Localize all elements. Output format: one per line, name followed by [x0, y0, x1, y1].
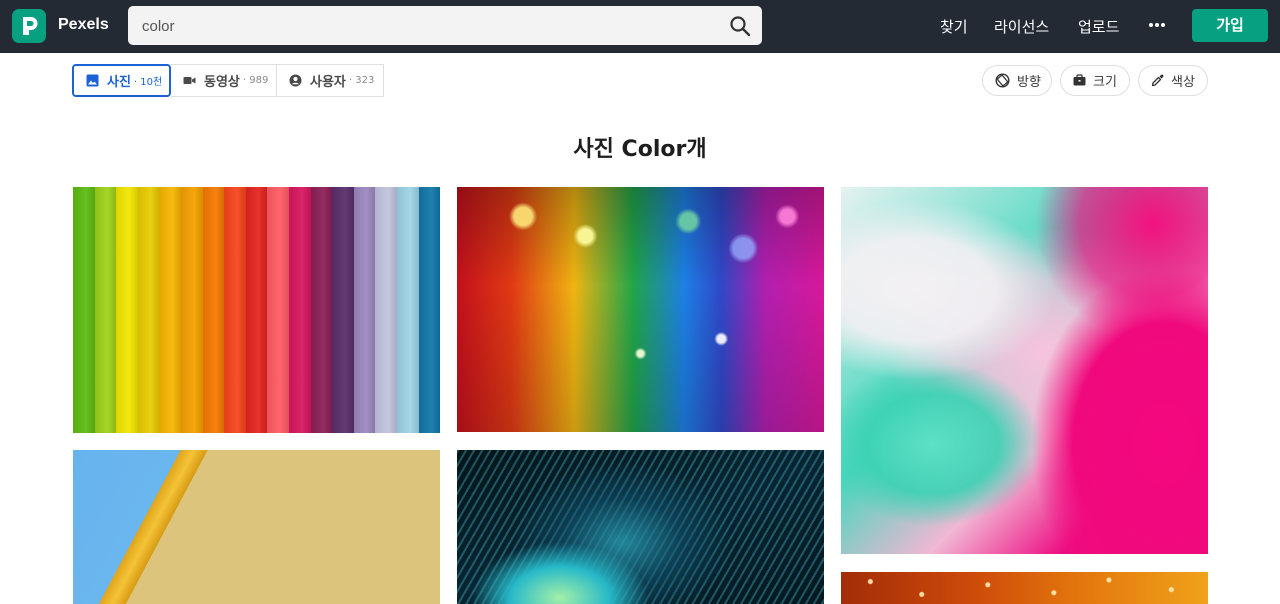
filter-size-label: 크기 — [1093, 75, 1117, 90]
paper-stripe — [202, 187, 225, 433]
paper-stripe — [396, 187, 419, 433]
paper-stripe — [180, 187, 203, 433]
nav-explore[interactable]: 찾기 — [940, 16, 968, 37]
user-circle-icon — [289, 74, 302, 87]
filter-orientation[interactable]: 방향 — [982, 65, 1052, 96]
nav-license[interactable]: 라이선스 — [994, 16, 1049, 37]
more-options-icon[interactable] — [1146, 14, 1168, 36]
paper-stripe — [137, 187, 160, 433]
tab-users-count: · 323 — [348, 75, 375, 86]
paper-stripe — [94, 187, 117, 433]
tab-videos-label: 동영상 — [204, 75, 240, 90]
paper-stripe — [353, 187, 376, 433]
photo-rainbow-paper[interactable] — [73, 187, 440, 433]
photo-yellow-pencil[interactable] — [73, 450, 440, 604]
paper-stripe — [224, 187, 246, 433]
briefcase-icon — [1073, 74, 1086, 86]
paper-stripe — [267, 187, 289, 433]
paper-stripe — [418, 187, 440, 433]
paper-stripe — [375, 187, 397, 433]
nav-upload[interactable]: 업로드 — [1078, 16, 1119, 37]
photo-pink-teal-marble[interactable] — [841, 187, 1208, 554]
paper-stripe — [288, 187, 311, 433]
video-camera-icon — [183, 77, 196, 84]
filter-color-label: 색상 — [1171, 75, 1195, 90]
paper-stripe — [73, 187, 95, 433]
photo-peacock-feather[interactable] — [457, 450, 824, 604]
tab-users-label: 사용자 — [310, 75, 346, 90]
tab-photos-label: 사진 — [107, 75, 131, 90]
paper-stripe — [159, 187, 181, 433]
photo-orange-water-drops[interactable] — [841, 572, 1208, 604]
tab-videos[interactable]: 동영상 · 989 — [171, 64, 277, 97]
paper-stripe — [245, 187, 268, 433]
search-icon[interactable] — [728, 14, 752, 38]
orientation-icon — [995, 73, 1010, 88]
tab-photos[interactable]: 사진 · 10천 — [72, 64, 171, 97]
paper-stripe — [332, 187, 354, 433]
join-button[interactable]: 가입 — [1192, 9, 1268, 42]
paper-stripe — [310, 187, 333, 433]
image-icon — [86, 74, 99, 87]
tab-photos-count: · 10천 — [133, 77, 163, 88]
top-navbar: Pexels 찾기 라이선스 업로드 가입 — [0, 0, 1280, 53]
search-input[interactable] — [142, 16, 702, 36]
tab-videos-count: · 989 — [242, 75, 269, 86]
filter-size[interactable]: 크기 — [1060, 65, 1130, 96]
page-title: 사진 Color개 — [573, 137, 707, 162]
filter-orientation-label: 방향 — [1017, 75, 1041, 90]
filter-color[interactable]: 색상 — [1138, 65, 1208, 96]
search-bar — [128, 6, 762, 45]
brand-name[interactable]: Pexels — [58, 16, 109, 34]
photo-rainbow-glitter[interactable] — [457, 187, 824, 432]
tab-users[interactable]: 사용자 · 323 — [276, 64, 384, 97]
eyedropper-icon — [1151, 74, 1164, 87]
paper-stripe — [116, 187, 138, 433]
pexels-logo-icon[interactable] — [12, 9, 46, 43]
